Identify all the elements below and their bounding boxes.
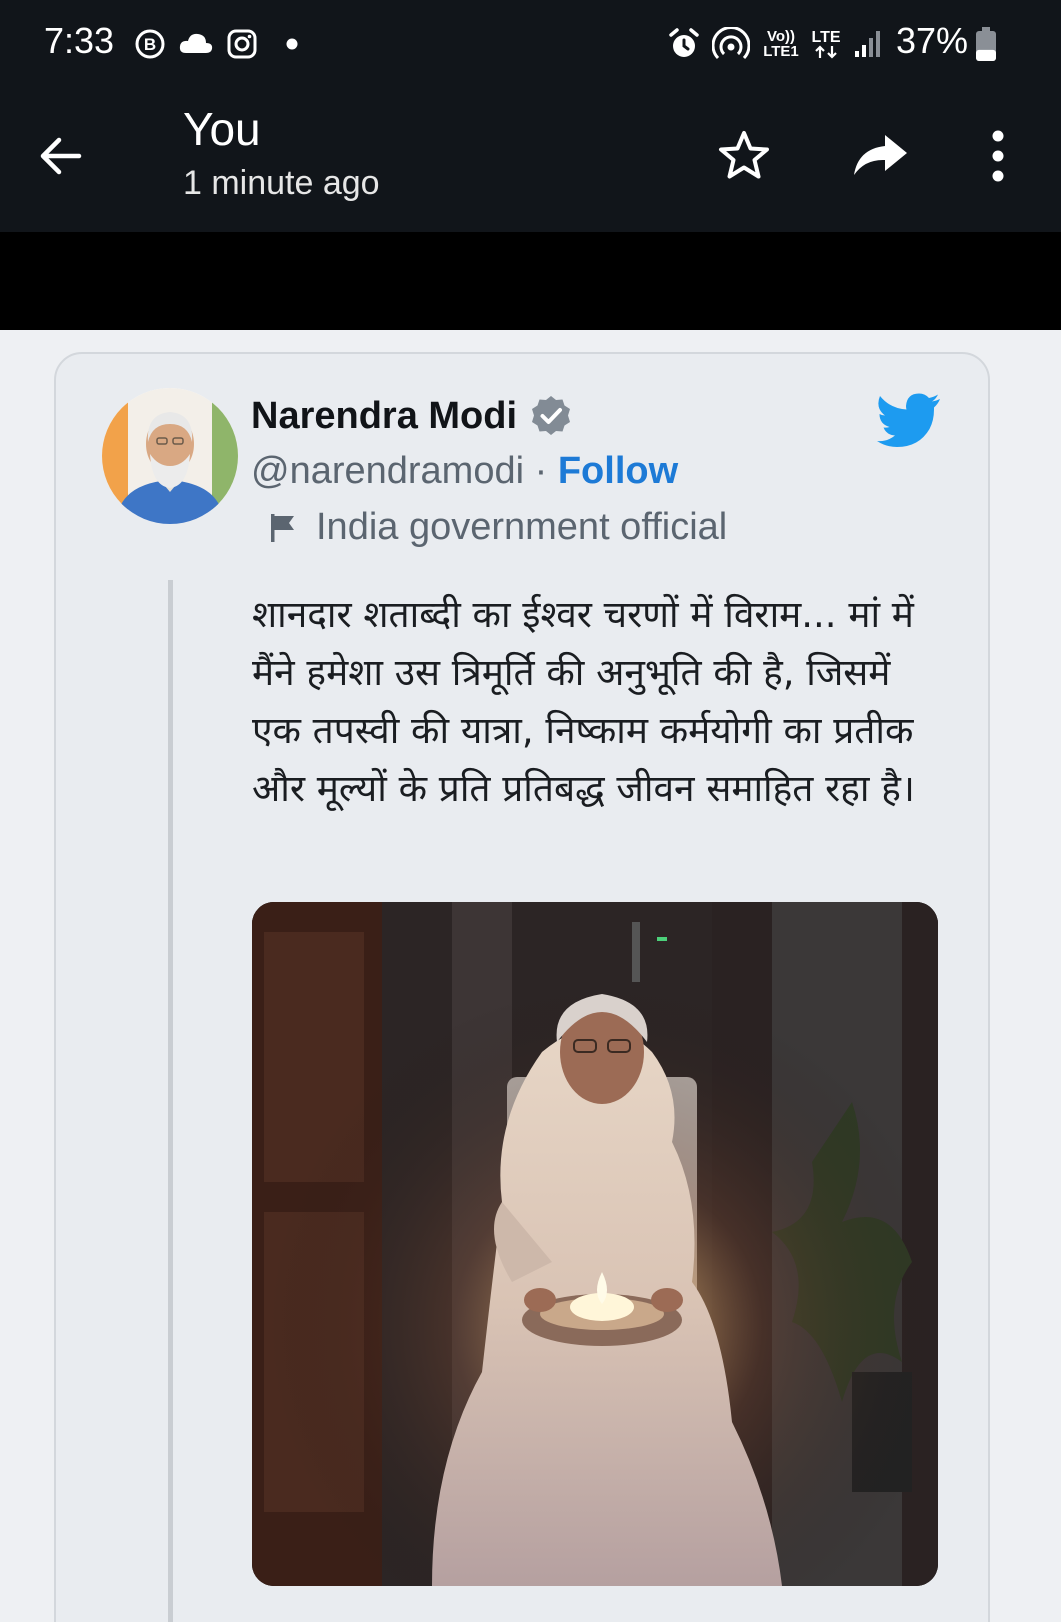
instagram-icon bbox=[226, 28, 258, 60]
star-icon bbox=[719, 131, 769, 179]
star-button[interactable] bbox=[712, 124, 776, 188]
status-bar: 7:33 B Vo)) LTE1 LTE 37% bbox=[0, 0, 1061, 84]
twitter-logo-icon[interactable] bbox=[876, 392, 942, 450]
volte-icon: Vo)) LTE1 bbox=[763, 28, 799, 60]
cloud-icon bbox=[178, 28, 214, 60]
tweet-text: शानदार शताब्दी का ईश्वर चरणों में विराम.… bbox=[252, 593, 915, 810]
back-arrow-icon bbox=[40, 137, 82, 175]
message-content: Narendra Modi @narendramodi · Follow Ind… bbox=[0, 330, 1061, 1622]
account-label-row: India government official bbox=[266, 506, 727, 549]
avatar-image bbox=[102, 388, 238, 524]
back-button[interactable] bbox=[28, 124, 92, 188]
alarm-icon bbox=[666, 28, 702, 60]
more-options-button[interactable] bbox=[966, 124, 1030, 188]
account-label: India government official bbox=[316, 506, 728, 548]
tweet-photo-image bbox=[252, 902, 938, 1586]
battery-icon bbox=[974, 24, 998, 64]
flag-icon bbox=[271, 513, 294, 542]
thread-line bbox=[168, 580, 173, 1622]
share-button[interactable] bbox=[848, 124, 912, 188]
share-icon bbox=[854, 135, 907, 175]
author-name[interactable]: Narendra Modi bbox=[251, 395, 517, 438]
handle-row: @narendramodi · Follow bbox=[251, 450, 678, 493]
status-time: 7:33 bbox=[44, 20, 115, 61]
tweet-photo[interactable] bbox=[252, 902, 938, 1586]
follow-button[interactable]: Follow bbox=[558, 450, 678, 492]
b-badge-icon: B bbox=[134, 28, 166, 60]
app-bar: You 1 minute ago bbox=[0, 84, 1061, 232]
hotspot-icon bbox=[712, 27, 750, 60]
message-header-band bbox=[0, 232, 1061, 330]
verified-badge-icon bbox=[532, 396, 571, 435]
tweet-card[interactable]: Narendra Modi @narendramodi · Follow Ind… bbox=[54, 352, 990, 1622]
lte-icon: LTE bbox=[810, 28, 842, 60]
handle-separator: · bbox=[524, 450, 558, 492]
signal-icon bbox=[852, 28, 884, 60]
dot-icon bbox=[284, 28, 300, 60]
header-title: You bbox=[183, 103, 261, 155]
header-subtitle: 1 minute ago bbox=[183, 164, 380, 202]
svg-text:B: B bbox=[144, 35, 156, 54]
battery-percent: 37% bbox=[896, 20, 969, 61]
author-row: Narendra Modi bbox=[251, 394, 573, 438]
author-handle[interactable]: @narendramodi bbox=[251, 450, 524, 492]
avatar[interactable] bbox=[102, 388, 238, 524]
top-bar: 7:33 B Vo)) LTE1 LTE 37% You 1 minute ag… bbox=[0, 0, 1061, 232]
more-vert-icon bbox=[992, 130, 1004, 182]
